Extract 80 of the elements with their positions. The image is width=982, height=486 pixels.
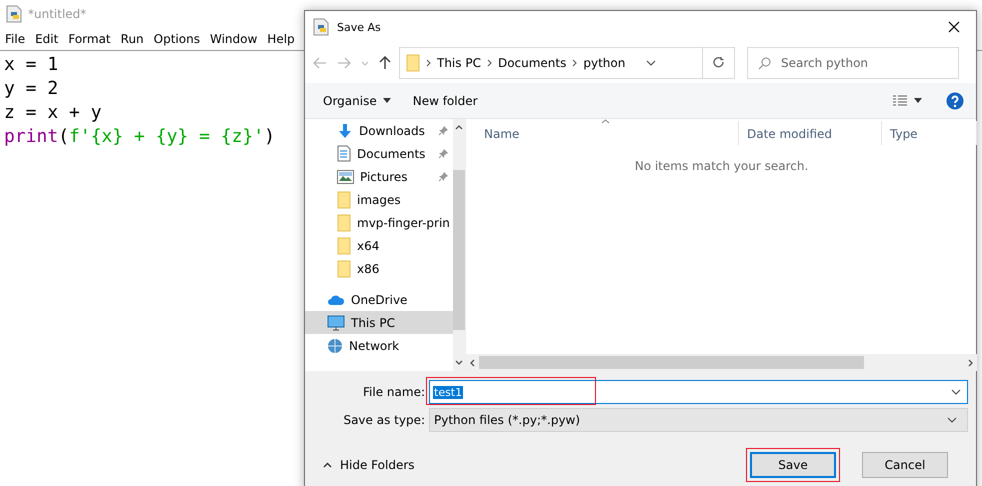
menu-item[interactable]: File: [0, 32, 30, 46]
down-arrow-icon: [337, 122, 353, 138]
details-view-icon: [892, 94, 908, 106]
organise-menu[interactable]: Organise: [317, 92, 397, 110]
code-line: y = 2: [4, 77, 58, 101]
navigation-item[interactable]: Pictures: [305, 165, 453, 188]
dropdown-chevron-icon[interactable]: [646, 60, 656, 66]
forward-arrow-icon: [337, 57, 351, 69]
scroll-left-icon[interactable]: [470, 358, 475, 366]
navigation-item[interactable]: This PC: [305, 311, 453, 334]
navigation-item[interactable]: images: [305, 188, 453, 211]
chevron-up-icon: [323, 462, 332, 468]
menu-item[interactable]: Window: [204, 32, 262, 46]
document-icon: [337, 145, 351, 162]
code-line: print(f'{x} + {y} = {z}'): [4, 125, 275, 149]
caret-icon: [914, 98, 922, 103]
dialog-title: Save As: [337, 20, 382, 34]
refresh-button[interactable]: [703, 47, 735, 79]
horizontal-scrollbar[interactable]: [466, 354, 977, 371]
close-icon: [948, 21, 960, 33]
column-header[interactable]: Date modified: [739, 121, 882, 145]
dropdown-chevron-icon[interactable]: [947, 417, 957, 423]
menu-item[interactable]: Help: [262, 32, 300, 46]
menu-item[interactable]: Edit: [30, 32, 64, 46]
cloud-icon: [327, 294, 345, 306]
navigation-item[interactable]: Network: [305, 334, 453, 357]
folder-icon: [337, 260, 351, 278]
new-folder-button[interactable]: New folder: [406, 92, 484, 110]
menu-item[interactable]: Options: [148, 32, 205, 46]
menu-item[interactable]: Format: [63, 32, 116, 46]
scroll-right-icon[interactable]: [968, 358, 973, 366]
save-as-type-dropdown[interactable]: Python files (*.py;*.pyw): [429, 408, 968, 432]
chevron-right-icon: [426, 59, 431, 67]
monitor-icon: [327, 314, 345, 330]
python-file-icon: [6, 5, 22, 23]
navigation-item[interactable]: Downloads: [305, 119, 453, 142]
navigation-item[interactable]: x86: [305, 257, 453, 280]
search-icon: [758, 56, 771, 70]
empty-message: No items match your search.: [634, 159, 808, 173]
navigation-item[interactable]: mvp-finger-prin: [305, 211, 453, 234]
address-bar[interactable]: This PC Documents python: [399, 47, 703, 79]
navigation-item[interactable]: Documents: [305, 142, 453, 165]
sort-caret-icon: [601, 119, 610, 124]
navigation-item[interactable]: OneDrive: [305, 288, 453, 311]
search-field[interactable]: Search python: [747, 47, 959, 79]
help-icon[interactable]: [946, 92, 964, 110]
dropdown-chevron-icon[interactable]: [951, 389, 961, 395]
chevron-right-icon: [486, 59, 492, 67]
menu-item[interactable]: Run: [116, 32, 149, 46]
hide-folders-button[interactable]: Hide Folders: [317, 457, 421, 473]
chevron-right-icon: [572, 59, 578, 67]
breadcrumb[interactable]: Documents: [498, 56, 566, 70]
picture-icon: [337, 170, 354, 184]
vertical-scrollbar[interactable]: [453, 119, 465, 371]
caret-icon: [382, 98, 391, 103]
window-title: *untitled*: [28, 7, 86, 21]
code-line: x = 1: [4, 53, 58, 77]
back-arrow-icon: [313, 57, 327, 69]
column-header[interactable]: Name: [466, 121, 739, 145]
save-as-type-label: Save as type:: [342, 413, 425, 427]
file-name-field[interactable]: test1: [429, 380, 968, 404]
folder-icon: [337, 214, 351, 232]
folder-icon: [337, 190, 351, 208]
python-file-icon: [313, 18, 329, 36]
up-button[interactable]: [377, 54, 393, 72]
refresh-icon: [712, 57, 724, 69]
folder-icon: [406, 54, 420, 72]
caret-icon: [361, 60, 369, 66]
globe-icon: [327, 338, 343, 354]
file-name-label: File name:: [362, 385, 425, 399]
breadcrumb[interactable]: This PC: [437, 56, 481, 70]
scroll-up-icon[interactable]: [455, 125, 463, 130]
dialog-button[interactable]: Save: [746, 448, 840, 482]
column-header[interactable]: Type: [882, 121, 977, 145]
up-arrow-icon: [379, 56, 391, 70]
code-line: z = x + y: [4, 101, 102, 125]
folder-icon: [337, 236, 351, 254]
navigation-item[interactable]: x64: [305, 234, 453, 257]
breadcrumb[interactable]: python: [583, 56, 626, 70]
scroll-down-icon[interactable]: [455, 360, 463, 365]
